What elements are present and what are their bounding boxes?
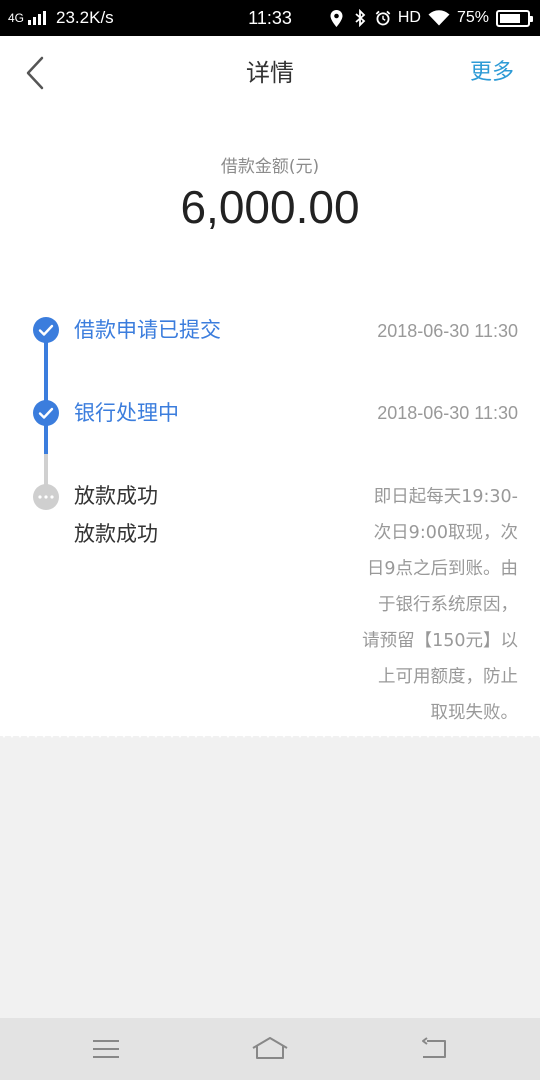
amount-value: 6,000.00: [180, 181, 360, 233]
wifi-icon: [428, 9, 450, 27]
hd-indicator: HD: [397, 9, 421, 26]
back-button[interactable]: [22, 54, 52, 92]
more-button[interactable]: 更多: [470, 36, 514, 110]
battery-percent: 75%: [456, 9, 489, 26]
back-nav-button[interactable]: [414, 1032, 454, 1066]
back-icon: [422, 1037, 446, 1058]
step-1-time: 2018-06-30 11:30: [377, 321, 518, 341]
battery-level: [500, 13, 520, 23]
step-3-note: 即日起每天19:30- 次日9:00取现，次 日9点之后到账。由 于银行系统原因…: [338, 479, 518, 731]
chevron-left-icon: [26, 56, 44, 90]
timeline-connector: [44, 454, 48, 488]
step-2-check-icon: [33, 400, 59, 426]
page-title: 详情: [246, 59, 294, 87]
home-button[interactable]: [250, 1032, 290, 1066]
step-1-title: 借款申请已提交: [74, 318, 221, 342]
note-line: 于银行系统原因，: [378, 595, 518, 615]
status-bar: 4G 23.2K/s 11:33 HD 75%: [0, 0, 540, 36]
note-line: 上可用额度，防止: [378, 667, 518, 687]
note-line: 即日起每天19:30-: [373, 487, 518, 507]
note-line: 次日9:00取现，次: [373, 523, 518, 543]
alarm-icon: [375, 9, 391, 27]
note-line: 请预留【150元】以: [362, 631, 518, 651]
battery-icon: [496, 9, 533, 27]
note-line: 取现失败。: [430, 703, 519, 723]
location-icon: [329, 9, 345, 27]
card-zigzag-edge: [0, 732, 540, 738]
step-3-title: 放款成功: [74, 484, 158, 508]
system-nav-bar: [0, 1018, 540, 1080]
home-icon: [252, 1037, 288, 1059]
step-3-subtitle: 放款成功: [74, 522, 158, 546]
step-1-check-icon: [33, 317, 59, 343]
app-header: 详情 更多: [0, 36, 540, 110]
zigzag-path: [0, 732, 540, 738]
menu-button[interactable]: [86, 1032, 126, 1066]
step-2-title: 银行处理中: [74, 401, 179, 425]
status-right: HD 75%: [329, 0, 533, 36]
step-2-time: 2018-06-30 11:30: [377, 403, 518, 423]
menu-icon: [93, 1040, 119, 1058]
note-line: 日9点之后到账。由: [366, 559, 518, 579]
bluetooth-icon: [352, 9, 368, 27]
amount-label: 借款金额(元): [220, 157, 320, 177]
step-3-pending-icon: [33, 484, 59, 510]
